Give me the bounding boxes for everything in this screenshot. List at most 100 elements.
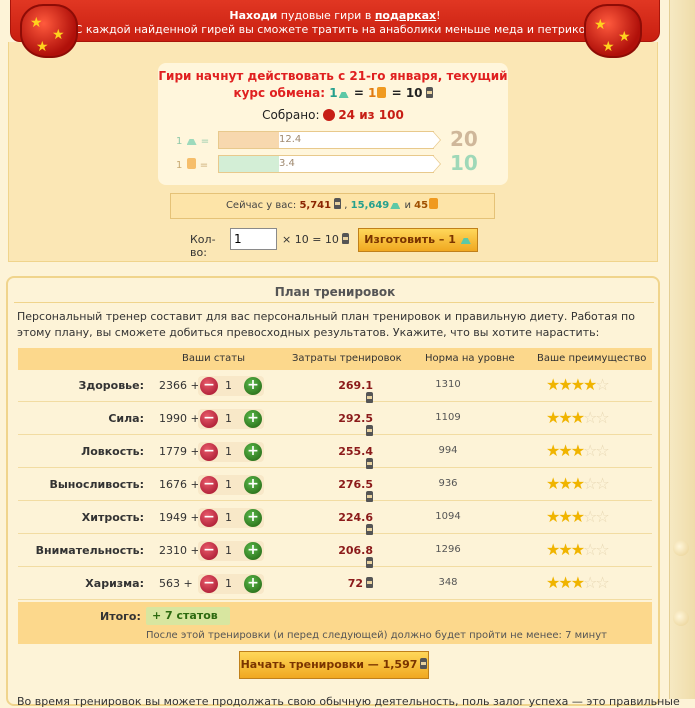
- stat-name: Харизма:: [85, 577, 144, 590]
- star-icon: ☆: [583, 408, 597, 427]
- minus-button[interactable]: −: [200, 377, 218, 395]
- advantage-stars: ★★★☆☆: [546, 474, 610, 493]
- star-icon: ★: [546, 507, 560, 526]
- flask-icon: [338, 87, 349, 98]
- table-row: Сила: 1990 + −1 +292.5 1109 ★★★☆☆: [18, 403, 652, 438]
- footer-text: Во время тренировок вы можете продолжать…: [17, 695, 680, 708]
- table-row: Здоровье: 2366 + −1 +269.1 1310 ★★★★☆: [18, 370, 652, 405]
- stat-value: 1949 +: [159, 511, 200, 524]
- stat-stepper: −1 +: [198, 574, 264, 594]
- plus-button[interactable]: +: [244, 443, 262, 461]
- plus-button[interactable]: +: [244, 575, 262, 593]
- level-norm: 348: [438, 577, 458, 588]
- star-icon: ★: [558, 507, 572, 526]
- star-icon: ★: [570, 441, 585, 460]
- decor-ball: [673, 540, 689, 556]
- star-icon: ☆: [595, 408, 609, 427]
- bottle-icon: [341, 233, 349, 244]
- plan-description: Персональный тренер составит для вас пер…: [17, 310, 635, 339]
- star-icon: ★: [546, 540, 560, 559]
- banner-line1: Находи пудовые гири в подарках!: [229, 9, 441, 22]
- level-norm: 1094: [435, 511, 461, 522]
- star-icon: ★: [546, 408, 560, 427]
- start-training-button[interactable]: Начать тренировки — 1,597: [239, 651, 429, 679]
- training-cost: 269.1: [333, 379, 373, 405]
- table-header: Ваши статы Затраты тренировок Норма на у…: [18, 348, 652, 370]
- big-rate-value: 20: [450, 127, 478, 151]
- star-icon: ★: [558, 573, 572, 592]
- table-row: Внимательность: 2310 + −1 +206.8 1296 ★★★☆☆: [18, 535, 652, 570]
- level-norm: 1296: [435, 544, 461, 555]
- bottle-icon: [425, 87, 433, 98]
- flask-icon: [186, 134, 197, 145]
- star-icon: ★: [570, 474, 585, 493]
- make-button[interactable]: Изготовить – 1: [358, 228, 478, 252]
- collected-counter: Собрано: 24 из 100: [262, 108, 404, 122]
- flask-icon: [460, 233, 471, 244]
- training-plan: План тренировок Персональный тренер сост…: [6, 276, 680, 708]
- stat-stepper: −1 +: [198, 442, 264, 462]
- star-icon: ★: [570, 408, 585, 427]
- stat-count: 1: [225, 412, 232, 425]
- star-icon: ★: [558, 441, 572, 460]
- plus-button[interactable]: +: [244, 509, 262, 527]
- stat-count: 1: [225, 544, 232, 557]
- stat-name: Внимательность:: [35, 544, 144, 557]
- progress-bar: 3.4: [218, 155, 434, 173]
- big-rate-value: 10: [450, 151, 478, 175]
- bottle-icon: [420, 658, 428, 669]
- stat-count: 1: [225, 379, 232, 392]
- stat-stepper: −1 +: [198, 541, 264, 561]
- star-icon: ☆: [595, 441, 609, 460]
- bottle-icon: [366, 557, 373, 568]
- minus-button[interactable]: −: [200, 542, 218, 560]
- stat-value: 1990 +: [159, 412, 200, 425]
- rate-row-jar: 1 = 3.4 10: [176, 151, 478, 175]
- minus-button[interactable]: −: [200, 575, 218, 593]
- star-icon: ☆: [595, 375, 609, 394]
- progress-bar: 12.4: [218, 131, 434, 149]
- minus-button[interactable]: −: [200, 443, 218, 461]
- banner-line2: С каждой найденной гирей вы сможете трат…: [74, 23, 596, 36]
- stat-value: 2366 +: [159, 379, 200, 392]
- stat-name: Хитрость:: [81, 511, 144, 524]
- bottle-icon: [366, 458, 373, 469]
- exchange-title: Гири начнут действовать с 21-го января, …: [158, 69, 508, 100]
- plus-button[interactable]: +: [244, 410, 262, 428]
- plus-button[interactable]: +: [244, 542, 262, 560]
- gift-sack-icon: ★ ★ ★: [20, 4, 78, 58]
- training-cost: 276.5: [333, 478, 373, 504]
- minus-button[interactable]: −: [200, 476, 218, 494]
- minus-button[interactable]: −: [200, 410, 218, 428]
- advantage-stars: ★★★☆☆: [546, 408, 610, 427]
- advantage-stars: ★★★☆☆: [546, 441, 610, 460]
- stat-stepper: −1 +: [198, 409, 264, 429]
- rate-row-flask: 1 = 12.4 20: [176, 127, 478, 151]
- training-cost: 255.4: [333, 445, 373, 471]
- star-icon: ★: [570, 573, 585, 592]
- bottle-icon: [366, 577, 373, 588]
- star-icon: ★: [570, 507, 585, 526]
- plus-button[interactable]: +: [244, 377, 262, 395]
- star-icon: ★: [546, 441, 560, 460]
- stat-value: 2310 +: [159, 544, 200, 557]
- bottle-icon: [334, 198, 342, 209]
- table-row: Хитрость: 1949 + −1 +224.6 1094 ★★★☆☆: [18, 502, 652, 535]
- stat-value: 563 +: [159, 577, 193, 590]
- total-row: Итого: + 7 статов После этой тренировки …: [18, 602, 652, 644]
- stat-count: 1: [225, 478, 232, 491]
- stat-count: 1: [225, 577, 232, 590]
- gifts-link[interactable]: подарках: [375, 9, 436, 22]
- honey-jar-icon: [186, 158, 196, 169]
- plus-button[interactable]: +: [244, 476, 262, 494]
- minus-button[interactable]: −: [200, 509, 218, 527]
- plan-title: План тренировок: [274, 285, 396, 299]
- training-cost: 206.8: [333, 544, 373, 570]
- stat-name: Ловкость:: [81, 445, 144, 458]
- star-icon: ☆: [583, 474, 597, 493]
- star-icon: ★: [570, 540, 585, 559]
- training-cost: 292.5: [333, 412, 373, 438]
- level-norm: 1310: [435, 379, 461, 390]
- quantity-input[interactable]: [230, 228, 277, 250]
- stat-count: 1: [225, 445, 232, 458]
